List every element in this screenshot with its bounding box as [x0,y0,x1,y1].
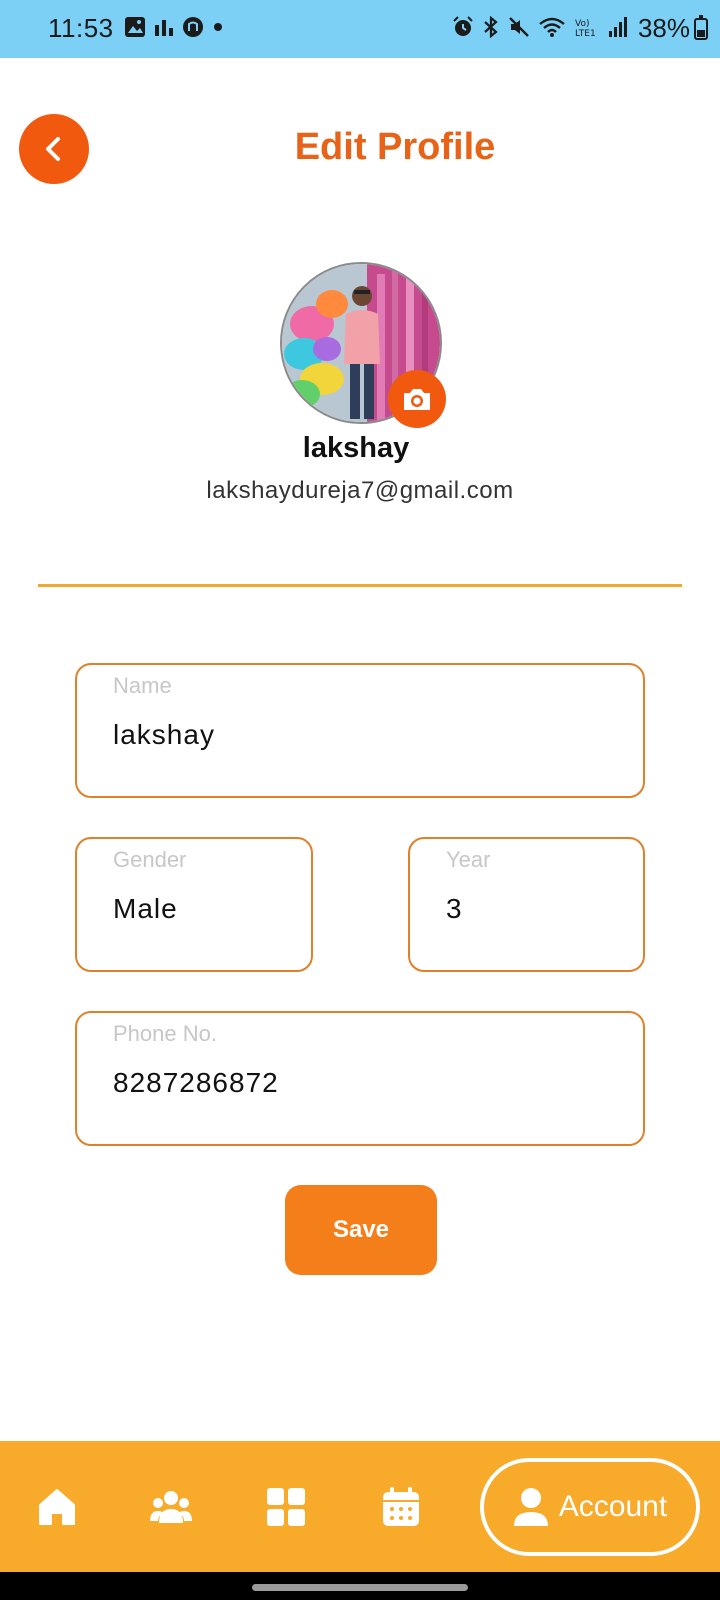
gesture-bar [0,1572,720,1600]
status-left-icons [124,16,224,38]
status-bar: 11:53 Vo) LTE1 38% [0,0,720,58]
battery-icon [694,15,708,40]
nav-home[interactable] [35,1485,79,1529]
gender-field-label: Gender [113,847,187,872]
nav-people[interactable] [149,1485,193,1529]
divider [38,584,682,587]
calendar-icon [383,1487,419,1526]
bluetooth-icon [484,16,498,38]
app-icon [183,17,203,37]
gesture-handle[interactable] [252,1584,468,1591]
phone-field-label: Phone No. [113,1021,217,1046]
nav-account[interactable]: Account [480,1458,700,1556]
nav-account-label: Account [558,1490,668,1523]
status-right-icons: Vo) LTE1 [452,16,630,38]
dot-icon [214,23,222,31]
home-icon [39,1489,75,1525]
user-icon [513,1488,548,1526]
bottom-nav: Account [0,1441,720,1572]
year-field[interactable]: Year 3 [408,837,645,972]
nav-calendar[interactable] [379,1485,423,1529]
svg-text:LTE1: LTE1 [575,29,596,38]
save-button[interactable]: Save [285,1185,437,1275]
wifi-icon [539,17,565,37]
profile-name: lakshay [302,432,410,464]
year-field-label: Year [446,847,491,872]
profile-email: lakshaydureja7@gmail.com [206,477,514,504]
name-field-label: Name [113,673,172,698]
battery-level [697,30,705,37]
camera-icon [404,389,430,410]
gender-field-value[interactable]: Male [113,893,178,925]
phone-field-value[interactable]: 8287286872 [113,1067,279,1099]
change-photo-button[interactable] [388,370,446,428]
signal-icon [609,17,627,37]
svg-text:Vo): Vo) [575,19,589,29]
alarm-icon [453,16,473,36]
gallery-icon [125,17,145,37]
gender-field[interactable]: Gender Male [75,837,313,972]
battery-percent: 38% [637,13,690,43]
name-field-value[interactable]: lakshay [113,719,215,751]
phone-field[interactable]: Phone No. 8287286872 [75,1011,645,1146]
name-field[interactable]: Name lakshay [75,663,645,798]
year-field-value[interactable]: 3 [446,893,463,925]
page-title: Edit Profile [294,126,496,168]
chart-icon [155,20,173,36]
people-icon [150,1491,192,1523]
status-time: 11:53 [48,13,114,43]
grid-icon [267,1488,305,1526]
mute-icon [509,17,529,37]
volte-icon: Vo)LTE1 [575,19,596,38]
nav-dashboard[interactable] [264,1485,308,1529]
